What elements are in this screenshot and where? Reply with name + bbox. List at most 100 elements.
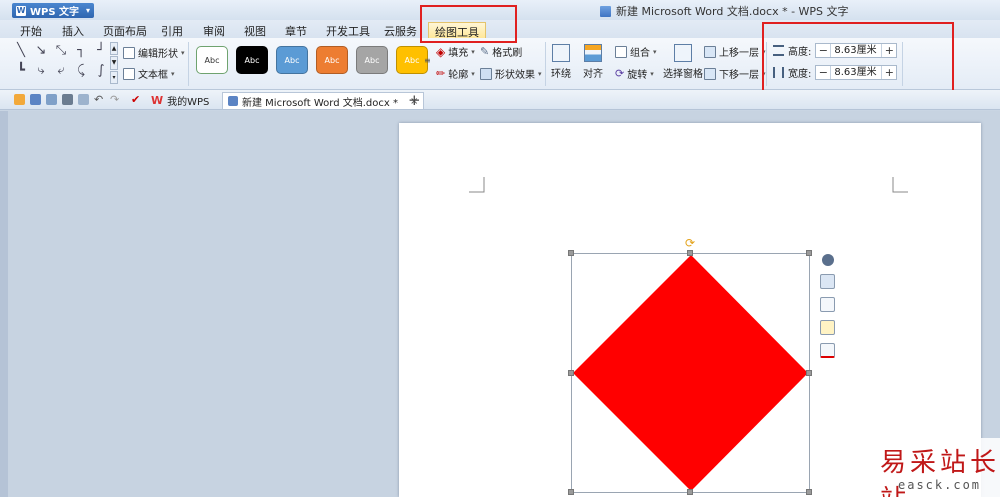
freeform-icon[interactable]: ∫ [92,62,110,80]
text-box-label: 文本框 [138,70,168,81]
group-label: 组合 [630,48,650,59]
margin-corner-icon [469,177,485,193]
shape-style-gallery: Abc Abc Abc Abc Abc Abc [196,46,428,74]
resize-handle[interactable] [568,370,574,376]
format-painter-button[interactable]: ✎ 格式刷 [480,44,522,59]
wps-logo-icon: W [151,94,164,107]
format-brush-label: 格式刷 [492,48,523,59]
chevron-down-icon: ▾ [85,6,90,15]
group-button[interactable]: 组合 ▾ [615,44,657,59]
gallery-more-icon[interactable]: ▾ [110,70,118,84]
double-arrow-icon[interactable]: ⤡ [52,42,70,60]
shape-effect-label: 形状效果 [495,70,535,81]
resize-handle[interactable] [806,370,812,376]
floating-toolbar [820,254,835,358]
elbow-connector-icon[interactable]: ┐ [72,42,90,60]
send-backward-label: 下移一层 [719,70,759,81]
resize-handle[interactable] [806,250,812,256]
wps-logo-icon: W [16,5,26,16]
selection-pane-button[interactable]: 选择窗格 [663,44,703,80]
shape-style-2[interactable]: Abc [236,46,268,74]
text-box-icon [123,67,135,80]
layout-options-icon[interactable] [820,274,835,289]
rotate-button[interactable]: ⟳ 旋转 ▾ [615,66,654,81]
scroll-up-icon[interactable]: ▲ [110,42,118,56]
shape-style-5[interactable]: Abc [356,46,388,74]
add-tab-button[interactable]: + [408,91,421,109]
curve-connector-icon[interactable]: ⤷ [32,62,50,80]
elbow-double-icon[interactable]: ┗ [12,62,30,80]
save-icon[interactable] [30,94,41,105]
resize-handle[interactable] [568,489,574,495]
tab-my-wps-label: 我的WPS [167,97,210,108]
new-doc-icon[interactable] [14,94,25,105]
align-button[interactable]: 对齐 [583,44,603,80]
document-tab-bar: ↶ ↷ ✔ W 我的WPS × 新建 Microsoft Word 文档.doc… [0,90,1000,110]
group-icon [615,45,627,58]
outline-button[interactable]: ✏ 轮廓 ▾ [436,66,475,81]
outline-pen-icon: ✏ [436,67,446,80]
document-icon [228,96,238,106]
outline-pen-icon[interactable] [820,343,835,358]
redo-icon[interactable]: ↷ [110,94,121,105]
line-icon[interactable]: ╲ [12,42,30,60]
selection-pane-label: 选择窗格 [663,69,703,80]
scroll-down-icon[interactable]: ▼ [110,56,118,70]
elbow-arrow-icon[interactable]: ┘ [92,42,110,60]
print-icon[interactable] [62,94,73,105]
bring-forward-button[interactable]: 上移一层 ▾ [704,44,766,59]
chevron-down-icon: ▾ [653,47,657,56]
shape-style-4[interactable]: Abc [316,46,348,74]
undo-icon[interactable]: ↶ [94,94,105,105]
resize-handle[interactable] [568,250,574,256]
rotate-label: 旋转 [627,70,648,81]
collapse-icon[interactable] [821,254,834,266]
line-shape-gallery[interactable]: ╲ ↘ ⤡ ┐ ┘ ┗ ⤷ ⤶ ⤹ ∫ [12,42,108,82]
edit-shape-icon[interactable] [820,297,835,312]
fill-bucket-icon: ◈ [436,44,446,59]
app-name: WPS 文字 [30,7,80,18]
print-preview-icon[interactable] [78,94,89,105]
outline-label: 轮廓 [448,70,469,81]
divider [188,42,189,86]
arrow-line-icon[interactable]: ↘ [32,42,50,60]
resize-handle[interactable] [687,489,693,495]
text-box-button[interactable]: 文本框 ▾ [123,66,175,81]
brush-icon: ✎ [480,45,490,58]
fill-button[interactable]: ◈ 填充 ▾ [436,44,475,60]
window-title: 新建 Microsoft Word 文档.docx * - WPS 文字 [600,3,849,19]
resize-handle[interactable] [687,250,693,256]
diamond-shape[interactable] [571,253,811,494]
curve-double-icon[interactable]: ⤹ [72,62,90,80]
document-icon [600,5,611,17]
tab-document[interactable]: 新建 Microsoft Word 文档.docx * × [222,92,425,109]
rotate-handle-icon[interactable]: ⟳ [685,236,695,250]
shape-style-1[interactable]: Abc [196,46,228,74]
shape-style-3[interactable]: Abc [276,46,308,74]
resize-handle[interactable] [806,489,812,495]
fill-label: 填充 [448,48,469,59]
wrap-button[interactable]: 环绕 [551,44,571,80]
style-gallery-more-icon[interactable]: ≡ [424,56,431,65]
chevron-down-icon: ▾ [471,47,475,56]
fill-bucket-icon[interactable] [820,320,835,335]
shape-effect-button[interactable]: 形状效果 ▾ [480,66,542,81]
chevron-down-icon: ▾ [171,69,175,78]
save-as-icon[interactable] [46,94,57,105]
align-label: 对齐 [583,69,603,80]
bring-forward-label: 上移一层 [719,48,759,59]
tab-document-label: 新建 Microsoft Word 文档.docx * [242,97,398,109]
app-menu-button[interactable]: W WPS 文字 ▾ [12,3,94,18]
send-backward-button[interactable]: 下移一层 ▾ [704,66,766,81]
watermark-url: easck.com [898,478,982,492]
window-title-text: 新建 Microsoft Word 文档.docx * - WPS 文字 [616,5,849,18]
curve-arrow-icon[interactable]: ⤶ [52,62,70,80]
customize-icon[interactable]: ✔ [131,94,142,105]
chevron-down-icon: ▾ [650,69,654,78]
wrap-label: 环绕 [551,69,571,80]
margin-corner-icon [892,177,908,193]
shape-effect-icon [480,67,492,80]
bring-forward-icon [704,45,716,58]
gallery-scroll[interactable]: ▲ ▼ ▾ [110,42,118,84]
edit-shape-button[interactable]: 编辑形状 ▾ [123,45,185,60]
